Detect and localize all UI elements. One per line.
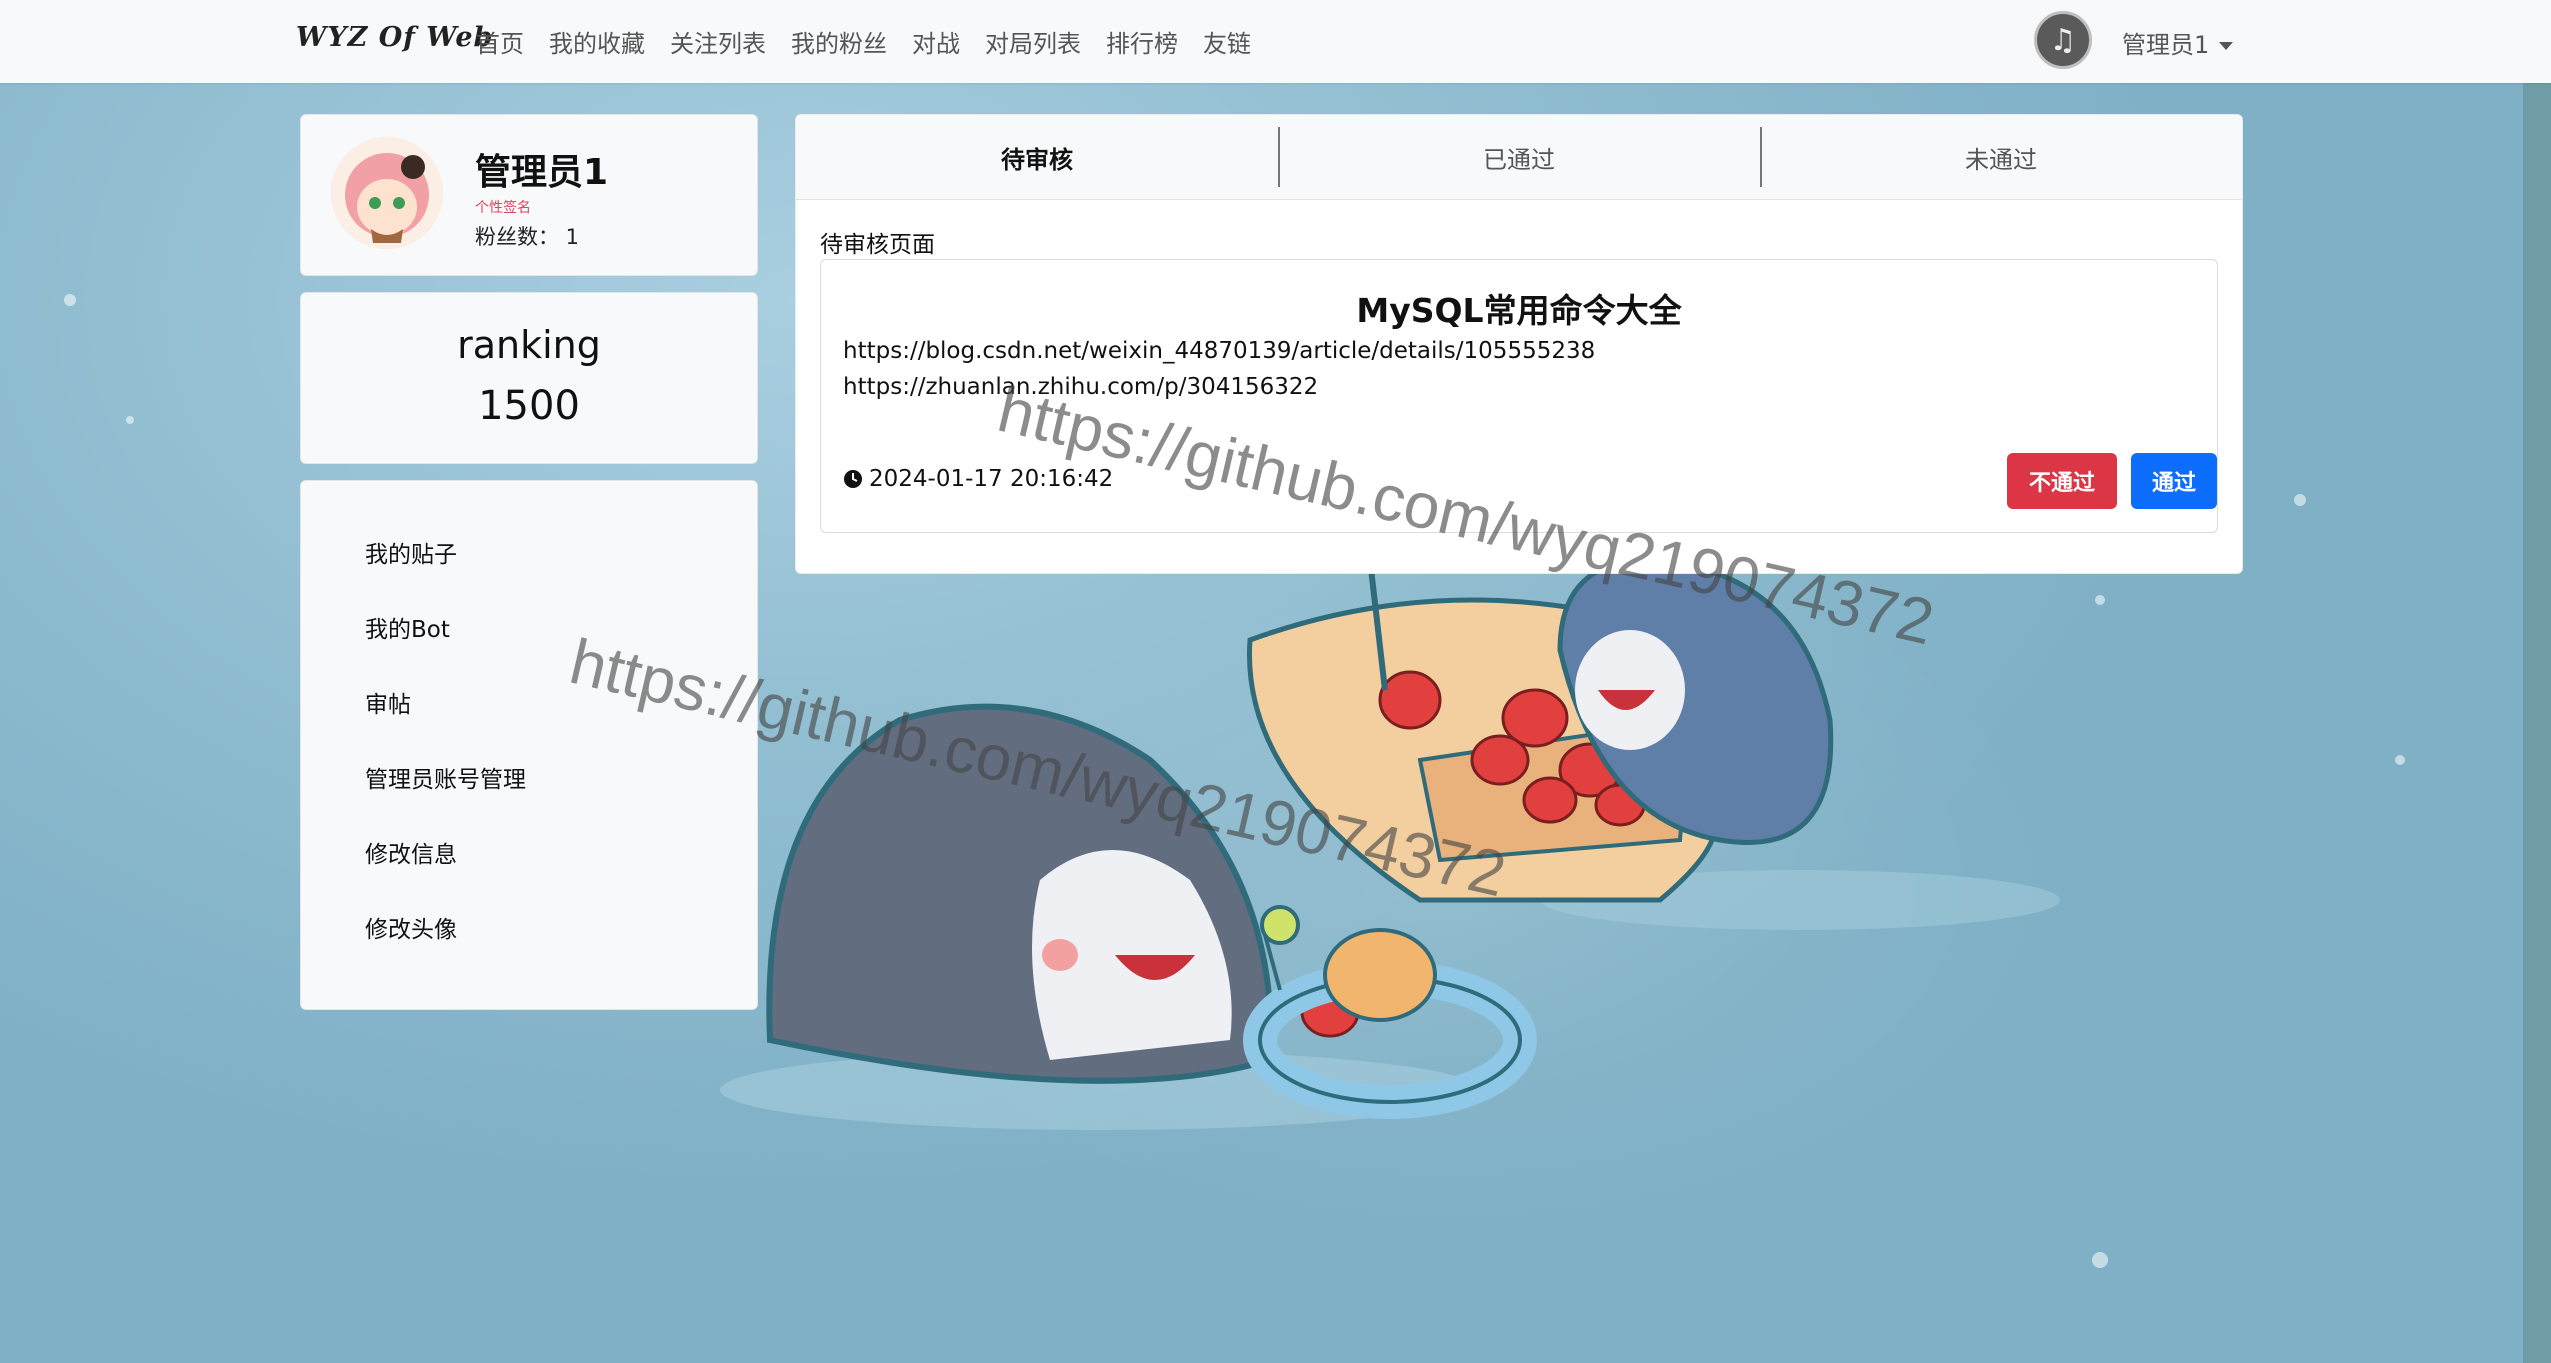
menu-item-admin-accounts[interactable]: 管理员账号管理 (365, 760, 526, 794)
post-time-text: 2024-01-17 20:16:42 (869, 466, 1114, 492)
menu-item-my-posts[interactable]: 我的贴子 (365, 535, 457, 569)
tab-rejected[interactable]: 未通过 (1760, 115, 2242, 199)
nav-link-leaderboard[interactable]: 排行榜 (1106, 24, 1178, 59)
profile-fans-count: 粉丝数： 1 (475, 225, 580, 249)
nav-link-following[interactable]: 关注列表 (670, 24, 766, 59)
section-title: 待审核页面 (820, 232, 935, 258)
top-navbar: WYZ Of Web 首页 我的收藏 关注列表 我的粉丝 对战 对局列表 排行榜… (0, 0, 2551, 83)
window-scroll-edge (2523, 0, 2551, 1363)
ranking-value: 1500 (478, 383, 580, 429)
music-disc-icon[interactable]: ♫ (2034, 11, 2092, 69)
caret-down-icon (2219, 42, 2234, 50)
menu-item-edit-info[interactable]: 修改信息 (365, 835, 457, 869)
nav-link-battle[interactable]: 对战 (912, 24, 960, 59)
side-menu: 我的贴子 我的Bot 审帖 管理员账号管理 修改信息 修改头像 (300, 480, 758, 1010)
nav-link-friend-links[interactable]: 友链 (1203, 24, 1251, 59)
approve-button[interactable]: 通过 (2131, 453, 2217, 509)
brand-logo[interactable]: WYZ Of Web (296, 22, 493, 53)
menu-item-edit-avatar[interactable]: 修改头像 (365, 910, 457, 944)
user-dropdown[interactable]: 管理员1 (2122, 25, 2234, 60)
nav-links: 首页 我的收藏 关注列表 我的粉丝 对战 对局列表 排行榜 友链 (476, 24, 1276, 59)
profile-signature: 个性签名 (475, 200, 531, 216)
ranking-label: ranking (457, 323, 601, 367)
anime-avatar-icon (331, 137, 443, 249)
user-dropdown-label: 管理员1 (2122, 31, 2210, 59)
nav-link-fans[interactable]: 我的粉丝 (791, 24, 887, 59)
tab-pending[interactable]: 待审核 (796, 115, 1278, 199)
menu-item-review-posts[interactable]: 审帖 (365, 685, 411, 719)
clock-icon (844, 470, 862, 488)
nav-link-home[interactable]: 首页 (476, 24, 524, 59)
post-timestamp: 2024-01-17 20:16:42 (843, 466, 1113, 492)
menu-item-my-bot[interactable]: 我的Bot (365, 610, 450, 644)
nav-link-match-list[interactable]: 对局列表 (985, 24, 1081, 59)
ranking-card: ranking 1500 (300, 292, 758, 464)
tab-approved[interactable]: 已通过 (1278, 115, 1760, 199)
post-content-line: https://blog.csdn.net/weixin_44870139/ar… (843, 338, 1596, 364)
reject-button[interactable]: 不通过 (2007, 453, 2117, 509)
post-title: MySQL常用命令大全 (1356, 291, 1682, 330)
avatar[interactable] (331, 137, 443, 249)
nav-link-favorites[interactable]: 我的收藏 (549, 24, 645, 59)
review-tabs: 待审核 已通过 未通过 (796, 115, 2242, 200)
profile-name: 管理员1 (475, 152, 609, 193)
profile-card: 管理员1 个性签名 粉丝数： 1 (300, 114, 758, 276)
